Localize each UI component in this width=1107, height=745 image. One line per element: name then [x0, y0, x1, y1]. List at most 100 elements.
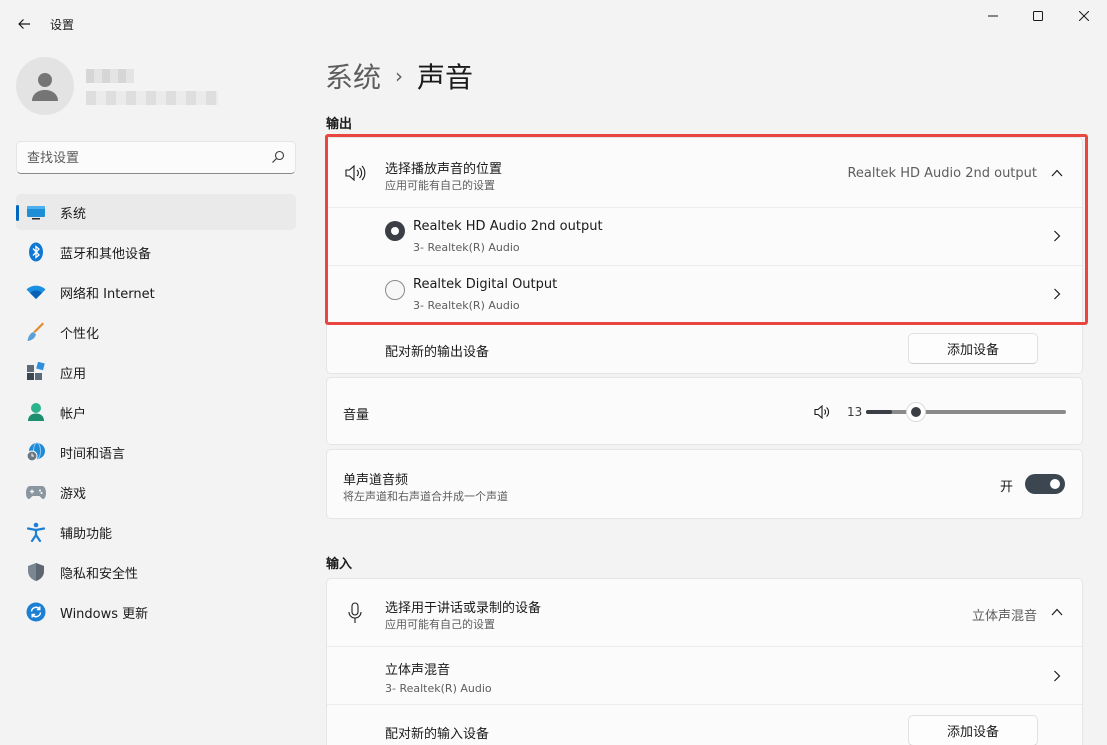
- sidebar-item-label: 辅助功能: [60, 526, 113, 542]
- input-choose-row[interactable]: 选择用于讲话或录制的设备 应用可能有自己的设置 立体声混音: [327, 579, 1082, 646]
- apps-icon: [26, 362, 46, 382]
- update-icon: [26, 602, 46, 622]
- shield-icon: [26, 562, 46, 582]
- search-box: [16, 141, 296, 174]
- output-device-name: Realtek HD Audio 2nd output: [413, 219, 603, 234]
- output-choose-subtitle: 应用可能有自己的设置: [385, 179, 495, 192]
- mono-audio-state: 开: [1000, 480, 1014, 495]
- divider: [327, 704, 1082, 705]
- back-button[interactable]: [10, 10, 38, 38]
- mono-audio-title: 单声道音频: [343, 473, 409, 488]
- bluetooth-icon: [26, 242, 46, 262]
- input-choose-subtitle: 应用可能有自己的设置: [385, 618, 495, 631]
- radio-selected[interactable]: [385, 221, 405, 241]
- output-section-label: 输出: [326, 117, 353, 132]
- maximize-button[interactable]: [1015, 0, 1061, 32]
- globe-clock-icon: [26, 442, 46, 462]
- sidebar-item-label: 隐私和安全性: [60, 566, 139, 582]
- volume-slider[interactable]: [866, 402, 1066, 422]
- divider: [327, 322, 1082, 323]
- output-device-detail: 3- Realtek(R) Audio: [413, 299, 520, 312]
- mono-audio-toggle[interactable]: [1025, 474, 1065, 494]
- output-device-row[interactable]: Realtek Digital Output 3- Realtek(R) Aud…: [327, 266, 1082, 322]
- title-bar: 设置: [0, 0, 1107, 48]
- output-device-row[interactable]: Realtek HD Audio 2nd output 3- Realtek(R…: [327, 208, 1082, 265]
- input-device-row[interactable]: 立体声混音 3- Realtek(R) Audio: [327, 647, 1082, 704]
- output-selected-device: Realtek HD Audio 2nd output: [847, 166, 1037, 181]
- input-device-name: 立体声混音: [385, 663, 451, 678]
- chevron-up-icon[interactable]: [1051, 169, 1063, 177]
- output-device-detail: 3- Realtek(R) Audio: [413, 241, 520, 254]
- sidebar-item-accounts[interactable]: 帐户: [16, 394, 296, 430]
- breadcrumb-parent[interactable]: 系统: [325, 56, 381, 96]
- sidebar-item-label: 时间和语言: [60, 446, 126, 462]
- brush-icon: [26, 322, 46, 342]
- sidebar-item-time-language[interactable]: 时间和语言: [16, 434, 296, 470]
- sidebar-item-label: 系统: [60, 206, 87, 222]
- breadcrumb: 系统 › 声音: [325, 56, 473, 96]
- mono-audio-subtitle: 将左声道和右声道合并成一个声道: [343, 490, 508, 503]
- radio-unselected[interactable]: [385, 280, 405, 300]
- wifi-icon: [26, 282, 46, 302]
- system-icon: [26, 202, 46, 222]
- minimize-button[interactable]: [970, 0, 1016, 32]
- input-device-card: 选择用于讲话或录制的设备 应用可能有自己的设置 立体声混音 立体声混音 3- R…: [326, 578, 1083, 745]
- add-input-device-button[interactable]: 添加设备: [908, 715, 1038, 745]
- sidebar-item-accessibility[interactable]: 辅助功能: [16, 514, 296, 550]
- breadcrumb-separator: ›: [395, 64, 404, 88]
- pair-output-label: 配对新的输出设备: [385, 345, 490, 360]
- page-title: 声音: [417, 61, 474, 94]
- sidebar-item-label: 应用: [60, 366, 87, 382]
- app-title: 设置: [50, 18, 75, 32]
- sidebar-item-personalization[interactable]: 个性化: [16, 314, 296, 350]
- chevron-right-icon[interactable]: [1053, 670, 1061, 682]
- chevron-right-icon[interactable]: [1053, 288, 1061, 300]
- chevron-right-icon[interactable]: [1053, 230, 1061, 242]
- chevron-up-icon[interactable]: [1051, 608, 1063, 616]
- volume-speaker-icon[interactable]: [814, 405, 830, 419]
- input-section-label: 输入: [326, 557, 353, 572]
- gamepad-icon: [26, 482, 46, 502]
- sidebar-item-label: 网络和 Internet: [60, 286, 155, 302]
- accessibility-icon: [26, 522, 46, 542]
- sidebar-nav: 系统 蓝牙和其他设备 网络和 Internet 个性化 应用 帐户 时间和语言 …: [16, 194, 296, 634]
- sidebar-item-label: 蓝牙和其他设备: [60, 246, 152, 262]
- avatar: [16, 57, 74, 115]
- sidebar-item-network[interactable]: 网络和 Internet: [16, 274, 296, 310]
- speaker-icon: [345, 165, 366, 181]
- sidebar-item-label: 帐户: [60, 406, 87, 422]
- microphone-icon: [348, 602, 362, 623]
- pair-input-label: 配对新的输入设备: [385, 727, 490, 742]
- sidebar-item-gaming[interactable]: 游戏: [16, 474, 296, 510]
- sidebar-item-privacy[interactable]: 隐私和安全性: [16, 554, 296, 590]
- input-choose-title: 选择用于讲话或录制的设备: [385, 601, 542, 616]
- volume-slider-fill: [866, 410, 892, 414]
- volume-slider-thumb[interactable]: [906, 402, 926, 422]
- back-arrow-icon: [18, 19, 30, 29]
- person-icon: [32, 73, 58, 101]
- sidebar-item-system[interactable]: 系统: [16, 194, 296, 230]
- add-output-device-button[interactable]: 添加设备: [908, 333, 1038, 364]
- search-icon[interactable]: [271, 150, 285, 164]
- sidebar-item-windows-update[interactable]: Windows 更新: [16, 594, 296, 630]
- output-choose-title: 选择播放声音的位置: [385, 162, 503, 177]
- account-icon: [26, 402, 46, 422]
- output-device-card: 选择播放声音的位置 应用可能有自己的设置 Realtek HD Audio 2n…: [326, 137, 1083, 374]
- sidebar-item-bluetooth[interactable]: 蓝牙和其他设备: [16, 234, 296, 270]
- mono-audio-card: 单声道音频 将左声道和右声道合并成一个声道 开: [326, 449, 1083, 519]
- search-input[interactable]: [27, 148, 267, 168]
- maximize-icon: [1033, 11, 1043, 21]
- volume-value: 13: [847, 405, 863, 419]
- output-device-name: Realtek Digital Output: [413, 277, 558, 292]
- input-selected-device: 立体声混音: [971, 609, 1037, 624]
- sidebar-item-apps[interactable]: 应用: [16, 354, 296, 390]
- input-device-detail: 3- Realtek(R) Audio: [385, 682, 492, 695]
- sidebar-item-label: 游戏: [60, 486, 87, 502]
- close-button[interactable]: [1061, 0, 1107, 32]
- close-icon: [1079, 11, 1089, 21]
- volume-label: 音量: [343, 408, 370, 423]
- output-choose-row[interactable]: 选择播放声音的位置 应用可能有自己的设置 Realtek HD Audio 2n…: [327, 138, 1082, 207]
- user-name-redacted: [86, 69, 134, 83]
- user-email-redacted: [86, 91, 218, 105]
- sidebar-item-label: Windows 更新: [60, 606, 149, 622]
